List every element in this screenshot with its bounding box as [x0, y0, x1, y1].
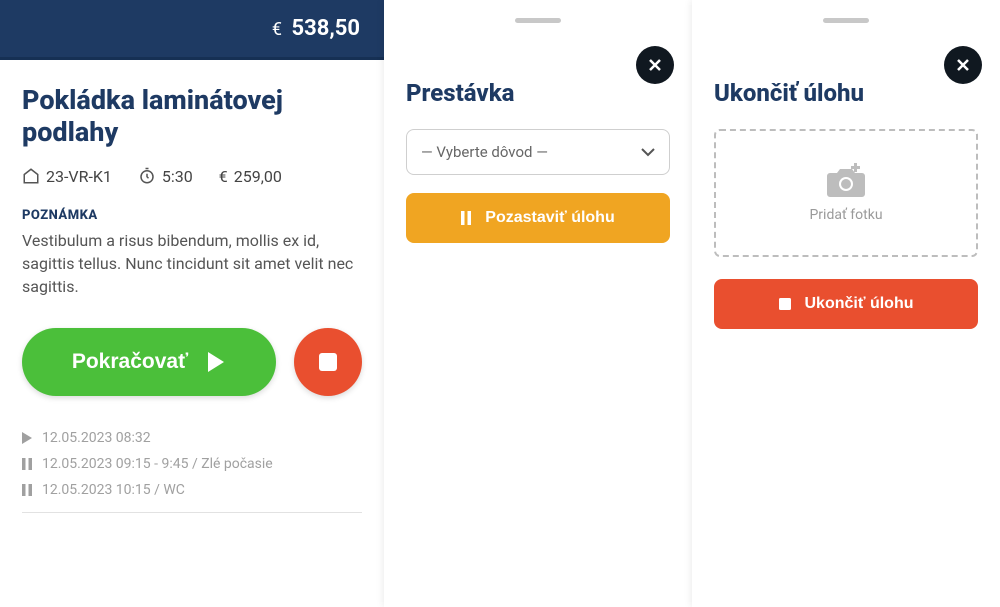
pause-icon	[22, 458, 32, 470]
play-icon	[22, 432, 32, 444]
log-item: 12.05.2023 09:15 - 9:45 / Zlé počasie	[22, 456, 362, 472]
meta-code-text: 23-VR-K1	[46, 167, 112, 186]
total-header: € 538,50	[0, 0, 384, 60]
close-button[interactable]	[944, 46, 982, 84]
log-text: 12.05.2023 10:15 / WC	[42, 482, 185, 498]
upload-label: Pridať fotku	[809, 207, 882, 223]
drag-handle[interactable]	[823, 18, 869, 23]
meta-code: 23-VR-K1	[22, 167, 112, 186]
close-button[interactable]	[636, 46, 674, 84]
stop-icon	[317, 351, 339, 373]
euro-icon: €	[219, 167, 228, 186]
stop-button[interactable]	[294, 328, 362, 396]
continue-label: Pokračovať	[72, 350, 188, 374]
house-icon	[22, 167, 40, 185]
close-icon	[955, 57, 971, 73]
drag-handle[interactable]	[515, 18, 561, 23]
end-button[interactable]: Ukončiť úlohu	[714, 279, 978, 329]
continue-button[interactable]: Pokračovať	[22, 328, 276, 396]
log-list: 12.05.2023 08:32 12.05.2023 09:15 - 9:45…	[22, 430, 362, 513]
log-text: 12.05.2023 09:15 - 9:45 / Zlé počasie	[42, 456, 273, 472]
end-label: Ukončiť úlohu	[805, 295, 914, 313]
divider	[22, 512, 362, 513]
meta-time: 5:30	[138, 167, 193, 186]
meta-cost-text: 259,00	[234, 167, 282, 186]
pause-icon	[22, 484, 32, 496]
close-icon	[647, 57, 663, 73]
total-amount: 538,50	[291, 16, 360, 41]
pause-sheet: Prestávka — Vyberte dôvod — Pozastaviť ú…	[384, 0, 692, 607]
note-text: Vestibulum a risus bibendum, mollis ex i…	[22, 229, 362, 299]
note-label: POZNÁMKA	[22, 208, 362, 223]
reason-select[interactable]: — Vyberte dôvod —	[406, 129, 670, 175]
log-text: 12.05.2023 08:32	[42, 430, 151, 446]
chevron-down-icon	[641, 148, 655, 157]
end-sheet: Ukončiť úlohu Pridať fotku Ukončiť úlohu	[692, 0, 1000, 607]
stopwatch-icon	[138, 167, 156, 185]
meta-row: 23-VR-K1 5:30 € 259,00	[22, 167, 362, 186]
select-placeholder: — Vyberte dôvod —	[421, 143, 548, 161]
add-photo-button[interactable]: Pridať fotku	[714, 129, 978, 257]
camera-icon	[824, 163, 868, 199]
pause-icon	[461, 211, 471, 225]
log-item: 12.05.2023 10:15 / WC	[22, 482, 362, 498]
play-icon	[206, 351, 226, 373]
task-detail-pane: € 538,50 Pokládka laminátovej podlahy 23…	[0, 0, 384, 607]
stop-icon	[779, 298, 791, 310]
pause-label: Pozastaviť úlohu	[485, 209, 614, 227]
total-currency: €	[272, 19, 282, 40]
meta-time-text: 5:30	[162, 167, 193, 186]
pause-button[interactable]: Pozastaviť úlohu	[406, 193, 670, 243]
task-title: Pokládka laminátovej podlahy	[22, 84, 362, 149]
log-item: 12.05.2023 08:32	[22, 430, 362, 446]
meta-cost: € 259,00	[219, 167, 282, 186]
